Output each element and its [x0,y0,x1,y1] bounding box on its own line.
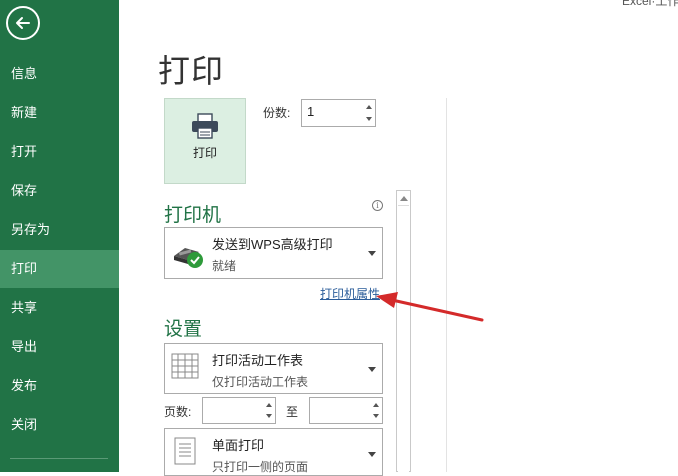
printer-select[interactable]: 发送到WPS高级打印 就绪 [164,227,383,279]
sidebar-item-print[interactable]: 打印 [0,250,119,288]
window-title: Excel·工作簿 [622,0,678,8]
scroll-up-icon[interactable] [400,196,408,201]
copies-label: 份数: [263,106,291,120]
sidebar-item-info[interactable]: 信息 [0,55,119,93]
print-button-label: 打印 [192,146,217,160]
single-sided-icon [174,437,196,465]
info-icon[interactable]: i [372,200,383,211]
sidebar-item-save-as[interactable]: 另存为 [0,211,119,249]
worksheet-icon [171,353,199,379]
sidebar-item-new[interactable]: 新建 [0,94,119,132]
copies-stepper[interactable]: 1 [301,99,376,127]
print-sides-title: 单面打印 [212,438,265,453]
sidebar-item-close[interactable]: 关闭 [0,406,119,444]
printer-ready-icon [174,248,203,268]
print-scope-subtitle: 仅打印活动工作表 [212,375,309,389]
printer-name: 发送到WPS高级打印 [212,237,333,252]
pages-from-increment-icon[interactable] [266,403,272,407]
pages-from-decrement-icon[interactable] [266,414,272,418]
sidebar-item-save[interactable]: 保存 [0,172,119,210]
printer-heading: 打印机 [164,205,222,226]
preview-divider [446,98,447,472]
back-arrow-icon [16,17,30,29]
back-button[interactable] [6,6,40,40]
copies-value: 1 [307,104,315,119]
printer-status: 就绪 [212,259,237,273]
scrollbar-thumb[interactable] [398,205,409,472]
page-title: 打印 [158,53,225,89]
copies-decrement-icon[interactable] [366,117,372,121]
sidebar-item-open[interactable]: 打开 [0,133,119,171]
chevron-down-icon [368,452,376,457]
pages-to-label: 至 [286,405,299,419]
print-sides-select[interactable]: 单面打印 只打印一侧的页面 [164,428,383,476]
sidebar-item-share[interactable]: 共享 [0,289,119,327]
print-scope-title: 打印活动工作表 [212,353,304,368]
copies-increment-icon[interactable] [366,105,372,109]
sidebar-item-export[interactable]: 导出 [0,328,119,366]
backstage-sidebar: 信息 新建 打开 保存 另存为 打印 共享 导出 发布 关闭 [0,0,119,472]
pages-label: 页数: [164,405,192,419]
sidebar-item-publish[interactable]: 发布 [0,367,119,405]
settings-scrollbar[interactable] [396,190,411,472]
print-sides-subtitle: 只打印一侧的页面 [212,460,309,474]
annotation-arrow-icon [376,292,484,322]
print-scope-select[interactable]: 打印活动工作表 仅打印活动工作表 [164,343,383,394]
chevron-down-icon [368,367,376,372]
pages-to-input[interactable] [309,397,383,424]
pages-from-input[interactable] [202,397,276,424]
pages-to-increment-icon[interactable] [373,403,379,407]
chevron-down-icon [368,251,376,256]
settings-heading: 设置 [164,319,203,340]
printer-icon [192,113,218,139]
print-button[interactable]: 打印 [164,98,246,184]
pages-to-decrement-icon[interactable] [373,414,379,418]
sidebar-divider [10,458,108,459]
